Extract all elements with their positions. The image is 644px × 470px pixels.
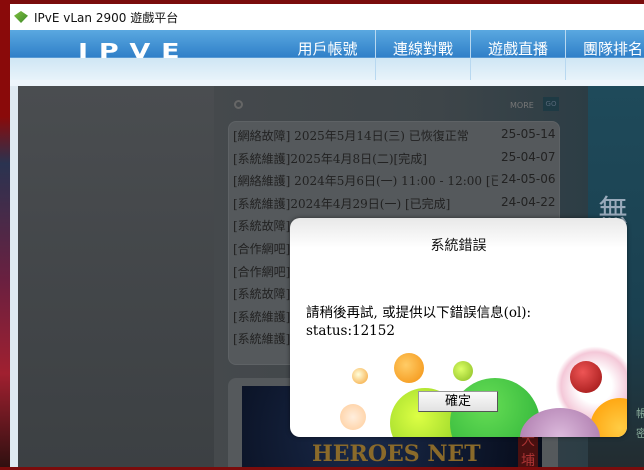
banner-text: HEROES NET: [312, 441, 481, 467]
news-title: [網絡維護] 2024年5月6日(一) 11:00 - 12:00 [已完成]: [233, 174, 498, 189]
app-icon: [14, 11, 28, 23]
error-message: 請稍後再試, 或提供以下錯誤信息(ol):: [306, 305, 532, 321]
logo: IPVE: [78, 39, 191, 63]
news-date: 25-05-14: [501, 127, 556, 141]
dialog-title: 系統錯誤: [430, 238, 487, 254]
error-dialog: 系統錯誤 請稍後再試, 或提供以下錯誤信息(ol): status:12152 …: [290, 218, 627, 437]
news-title: [系統維護]2024年4月29日(一) [已完成]: [233, 196, 451, 211]
news-date: 24-04-22: [501, 194, 556, 209]
ok-button[interactable]: 確定: [418, 391, 498, 412]
window-title: IPvE vLan 2900 遊戲平台: [34, 10, 179, 25]
nav-account[interactable]: 用戶帳號: [280, 30, 375, 80]
news-title: [網絡故障] 2025年5月14日(三) 已恢復正常: [233, 129, 469, 143]
more-link[interactable]: MORE: [510, 101, 534, 110]
right-panel-text: 帳 密: [636, 407, 644, 440]
dialog-message: 請稍後再試, 或提供以下錯誤信息(ol): status:12152: [306, 304, 531, 340]
news-date: 24-05-06: [501, 172, 556, 187]
news-title: [系統維護]2025年4月8日(二)[完成]: [233, 151, 427, 166]
news-date: 25-04-07: [501, 149, 556, 164]
window-titlebar: IPvE vLan 2900 遊戲平台: [10, 4, 644, 30]
left-panel: [18, 86, 228, 467]
desktop-background: [0, 0, 10, 467]
nav-team-ranking[interactable]: 團隊排名: [565, 30, 644, 80]
go-button[interactable]: GO: [543, 97, 559, 111]
nav-live[interactable]: 遊戲直播: [470, 30, 565, 80]
site-header: IPVE 用戶帳號 連線對戰 遊戲直播 團隊排名: [10, 30, 644, 80]
bullet-icon: [234, 100, 243, 109]
main-nav: 用戶帳號 連線對戰 遊戲直播 團隊排名: [280, 30, 644, 80]
nav-online-battle[interactable]: 連線對戰: [375, 30, 470, 80]
error-status: status:12152: [306, 323, 395, 339]
